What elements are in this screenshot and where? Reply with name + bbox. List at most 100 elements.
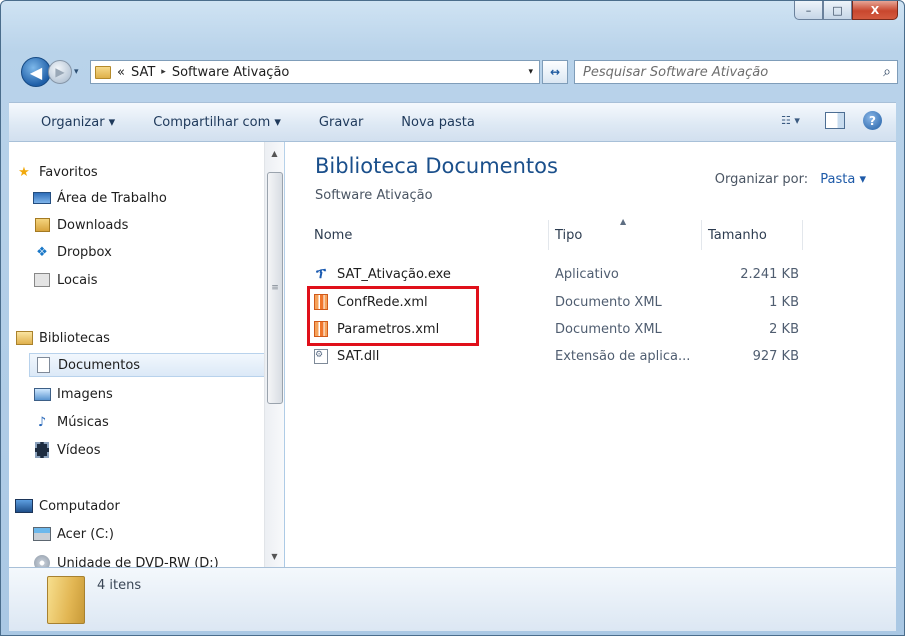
address-dropdown-icon[interactable]: ▾: [528, 67, 533, 77]
navigation-row: ◀ ▶ ▾ « SAT ▸ Software Ativação ▾ ↔ Pesq…: [21, 56, 898, 88]
search-input[interactable]: Pesquisar Software Ativação ⌕: [574, 60, 898, 84]
recent-places-icon: [34, 273, 50, 287]
file-row[interactable]: ⚙ SAT.dll Extensão de aplica... 927 KB: [309, 344, 829, 368]
file-type: Aplicativo: [555, 266, 619, 282]
command-bar: Organizar ▾ Compartilhar com ▾ Gravar No…: [9, 102, 896, 142]
search-placeholder: Pesquisar Software Ativação: [583, 64, 769, 80]
library-subtitle: Software Ativação: [315, 188, 433, 203]
nav-item-documentos[interactable]: Documentos: [29, 353, 265, 377]
item-count: 4 itens: [97, 578, 142, 593]
file-list-pane: Biblioteca Documentos Software Ativação …: [285, 142, 896, 567]
forward-button[interactable]: ▶: [48, 60, 72, 84]
nav-item-downloads[interactable]: Downloads: [33, 213, 128, 237]
view-controls: ☷ ▾ ?: [781, 111, 882, 130]
burn-button[interactable]: Gravar: [319, 115, 363, 130]
recent-pages-dropdown[interactable]: ▾: [74, 67, 86, 77]
address-bar[interactable]: « SAT ▸ Software Ativação ▾: [90, 60, 540, 84]
nav-item-musicas[interactable]: ♪ Músicas: [33, 410, 109, 434]
new-folder-button[interactable]: Nova pasta: [401, 115, 475, 130]
arrange-by-dropdown[interactable]: Pasta ▾: [820, 172, 866, 187]
nav-item-label: Acer (C:): [57, 526, 114, 542]
library-title: Biblioteca Documentos: [315, 154, 558, 178]
arrange-by: Organizar por: Pasta ▾: [715, 172, 866, 187]
nav-item-label: Locais: [57, 272, 98, 288]
star-icon: ★: [18, 164, 30, 180]
breadcrumb-overflow[interactable]: «: [117, 65, 125, 80]
documents-icon: [36, 357, 50, 373]
nav-computer[interactable]: Computador: [15, 494, 120, 518]
column-header-name[interactable]: Nome: [309, 220, 549, 250]
nav-item-imagens[interactable]: Imagens: [33, 382, 113, 406]
file-type: Documento XML: [555, 294, 662, 310]
minimize-button[interactable]: –: [794, 1, 823, 20]
help-icon[interactable]: ?: [863, 111, 882, 130]
scroll-down-arrow-icon[interactable]: ▼: [265, 547, 284, 565]
file-row[interactable]: ፕ SAT_Ativação.exe Aplicativo 2.241 KB: [309, 262, 829, 286]
file-size: 2 KB: [769, 321, 799, 337]
nav-libraries[interactable]: Bibliotecas: [15, 326, 110, 350]
nav-computer-label: Computador: [39, 498, 120, 514]
nav-item-label: Unidade de DVD-RW (D:): [57, 555, 219, 568]
nav-item-label: Músicas: [57, 414, 109, 430]
nav-item-label: Área de Trabalho: [57, 190, 167, 206]
navigation-pane: ★ Favoritos Área de Trabalho Downloads ❖…: [9, 142, 284, 567]
file-size: 1 KB: [769, 294, 799, 310]
details-pane: 4 itens: [9, 567, 896, 631]
column-header-label: Nome: [314, 227, 353, 243]
exe-icon: ፕ: [316, 266, 326, 282]
music-icon: ♪: [37, 414, 47, 430]
nav-item-desktop[interactable]: Área de Trabalho: [33, 186, 167, 210]
caption-buttons: – □ X: [794, 1, 898, 20]
nav-item-dvd-drive[interactable]: Unidade de DVD-RW (D:): [33, 551, 219, 567]
nav-item-label: Imagens: [57, 386, 113, 402]
computer-icon: [15, 499, 33, 513]
breadcrumb-separator-icon[interactable]: ▸: [161, 67, 166, 77]
file-type: Extensão de aplica...: [555, 348, 691, 364]
file-type: Documento XML: [555, 321, 662, 337]
back-button[interactable]: ◀: [21, 57, 51, 87]
nav-item-videos[interactable]: Vídeos: [33, 438, 100, 462]
highlight-box: [307, 286, 479, 346]
column-header-size[interactable]: Tamanho: [703, 220, 803, 250]
organize-menu[interactable]: Organizar ▾: [41, 115, 115, 130]
nav-item-label: Downloads: [57, 217, 129, 233]
nav-item-dropbox[interactable]: ❖ Dropbox: [33, 240, 112, 264]
explorer-window: – □ X ◀ ▶ ▾ « SAT ▸ Software Ativação ▾ …: [0, 0, 905, 636]
column-header-label: Tipo: [555, 227, 583, 243]
refresh-button[interactable]: ↔: [542, 60, 568, 84]
file-size: 2.241 KB: [740, 266, 799, 282]
file-name: SAT.dll: [337, 348, 380, 364]
nav-favorites-label: Favoritos: [39, 164, 98, 180]
nav-item-label: Vídeos: [57, 442, 101, 458]
folder-icon: [47, 576, 85, 624]
nav-item-label: Documentos: [58, 357, 141, 373]
sort-arrow-icon: ▲: [620, 217, 627, 226]
column-header-type[interactable]: ▲ Tipo: [550, 217, 702, 250]
preview-pane-icon[interactable]: [825, 112, 845, 129]
file-name: SAT_Ativação.exe: [337, 266, 451, 282]
nav-item-locais[interactable]: Locais: [33, 268, 97, 292]
change-view-icon[interactable]: ☷ ▾: [781, 114, 825, 127]
scroll-up-arrow-icon[interactable]: ▲: [265, 144, 284, 162]
maximize-button[interactable]: □: [823, 1, 852, 20]
dvd-drive-icon: [34, 555, 50, 567]
share-with-menu[interactable]: Compartilhar com ▾: [153, 115, 281, 130]
breadcrumb-item-software-ativacao[interactable]: Software Ativação: [172, 65, 290, 80]
videos-icon: [35, 442, 49, 458]
close-button[interactable]: X: [852, 1, 898, 20]
folder-icon: [95, 65, 111, 79]
nav-libraries-label: Bibliotecas: [39, 330, 110, 346]
desktop-icon: [33, 192, 51, 204]
hard-drive-icon: [33, 527, 51, 541]
scroll-thumb[interactable]: ≡: [267, 172, 283, 404]
pictures-icon: [33, 387, 51, 401]
downloads-folder-icon: [34, 218, 50, 232]
nav-favorites[interactable]: ★ Favoritos: [15, 160, 98, 184]
column-header-label: Tamanho: [708, 227, 767, 243]
nav-pane-scrollbar[interactable]: ▲ ≡ ▼: [264, 142, 284, 567]
search-icon[interactable]: ⌕: [883, 64, 891, 80]
libraries-icon: [15, 331, 33, 345]
nav-item-drive-c[interactable]: Acer (C:): [33, 522, 114, 546]
dll-icon: ⚙: [314, 348, 328, 364]
breadcrumb-item-sat[interactable]: SAT: [131, 65, 155, 80]
